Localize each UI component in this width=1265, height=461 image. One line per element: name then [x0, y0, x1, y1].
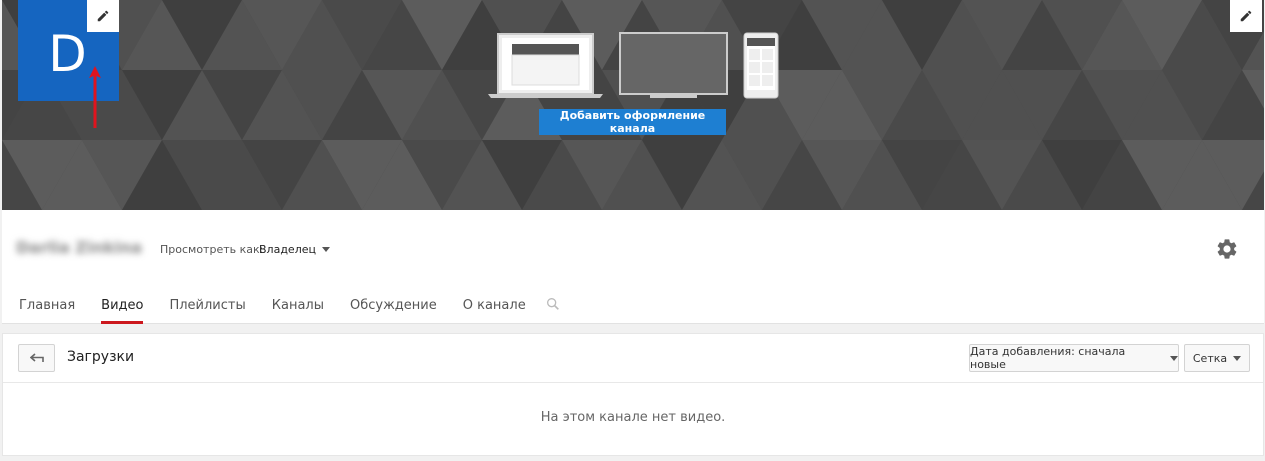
- pencil-icon: [1240, 10, 1252, 22]
- view-as-dropdown[interactable]: Владелец: [259, 243, 330, 256]
- view-as-value: Владелец: [259, 243, 316, 256]
- devices-illustration: [488, 32, 779, 99]
- channel-settings-button[interactable]: [1215, 237, 1239, 265]
- laptop-icon: [488, 33, 603, 98]
- channel-name[interactable]: Darlia Zinkina: [16, 238, 142, 257]
- view-as-label: Просмотреть как:: [160, 243, 264, 256]
- tab-playlists[interactable]: Плейлисты: [156, 288, 258, 324]
- phone-icon: [743, 32, 779, 99]
- tv-icon: [619, 32, 728, 98]
- tab-channels[interactable]: Каналы: [259, 288, 337, 324]
- chevron-down-icon: [1233, 355, 1242, 361]
- gear-icon: [1217, 239, 1237, 259]
- section-title: Загрузки: [67, 349, 135, 365]
- add-channel-art-button[interactable]: Добавить оформление канала: [539, 109, 726, 135]
- divider: [3, 382, 1263, 383]
- uploads-section: Загрузки Дата добавления: сначала новые …: [2, 333, 1264, 456]
- channel-header: Darlia Zinkina Просмотреть как: Владелец…: [2, 210, 1264, 324]
- tab-home[interactable]: Главная: [6, 288, 88, 324]
- empty-message: На этом канале нет видео.: [540, 410, 726, 425]
- view-mode-dropdown[interactable]: Сетка: [1184, 344, 1250, 372]
- tab-videos[interactable]: Видео: [88, 288, 156, 324]
- chevron-down-icon: [321, 247, 330, 252]
- sort-dropdown[interactable]: Дата добавления: сначала новые: [969, 344, 1179, 372]
- sort-label: Дата добавления: сначала новые: [970, 345, 1126, 371]
- chevron-down-icon: [1170, 355, 1178, 361]
- tab-discussion[interactable]: Обсуждение: [337, 288, 450, 324]
- edit-banner-button[interactable]: [1230, 0, 1262, 32]
- channel-banner: D Добавить оформление канала: [2, 0, 1264, 210]
- arrow-annotation-icon: [89, 66, 101, 128]
- tab-about[interactable]: О канале: [450, 288, 539, 324]
- edit-avatar-button[interactable]: [87, 0, 119, 32]
- channel-search-button[interactable]: [545, 288, 561, 324]
- pencil-icon: [97, 10, 109, 22]
- back-arrow-icon: [29, 353, 44, 362]
- back-button[interactable]: [18, 344, 55, 372]
- channel-tabs: Главная Видео Плейлисты Каналы Обсуждени…: [6, 288, 561, 324]
- search-icon: [546, 298, 559, 310]
- avatar-letter: D: [48, 24, 87, 83]
- view-mode-label: Сетка: [1192, 351, 1228, 365]
